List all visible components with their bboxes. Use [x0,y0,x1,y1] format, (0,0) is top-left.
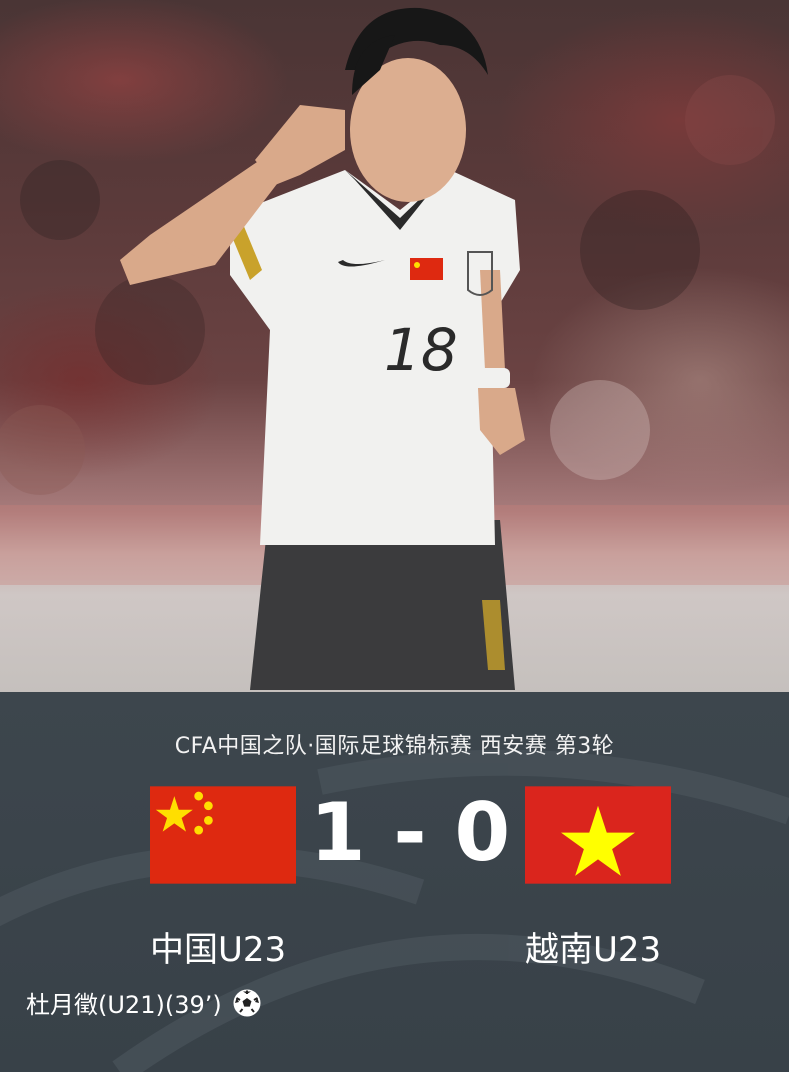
goal-scorer-text: 杜月徵(U21)(39’) [26,991,222,1019]
jersey-number: 18 [384,316,458,384]
home-team-name: 中国U23 [150,930,287,970]
match-score: 1 - 0 [300,778,520,888]
event-title: CFA中国之队·国际足球锦标赛 西安赛 第3轮 [174,734,615,759]
soccer-ball-icon [232,988,262,1018]
score-separator: - [393,786,427,879]
match-photo: 18 [0,0,789,692]
score-panel: CFA中国之队·国际足球锦标赛 西安赛 第3轮 1 - 0 中国U23 越南U2… [0,692,789,1072]
away-team-name: 越南U23 [525,930,662,970]
home-score: 1 [309,786,366,879]
player-photo: 18 [0,7,789,690]
goal-scorer: 杜月徵(U21)(39’) [26,985,262,1020]
vietnam-flag-icon [525,786,671,884]
china-flag-icon [150,786,296,884]
away-score: 0 [454,786,511,879]
